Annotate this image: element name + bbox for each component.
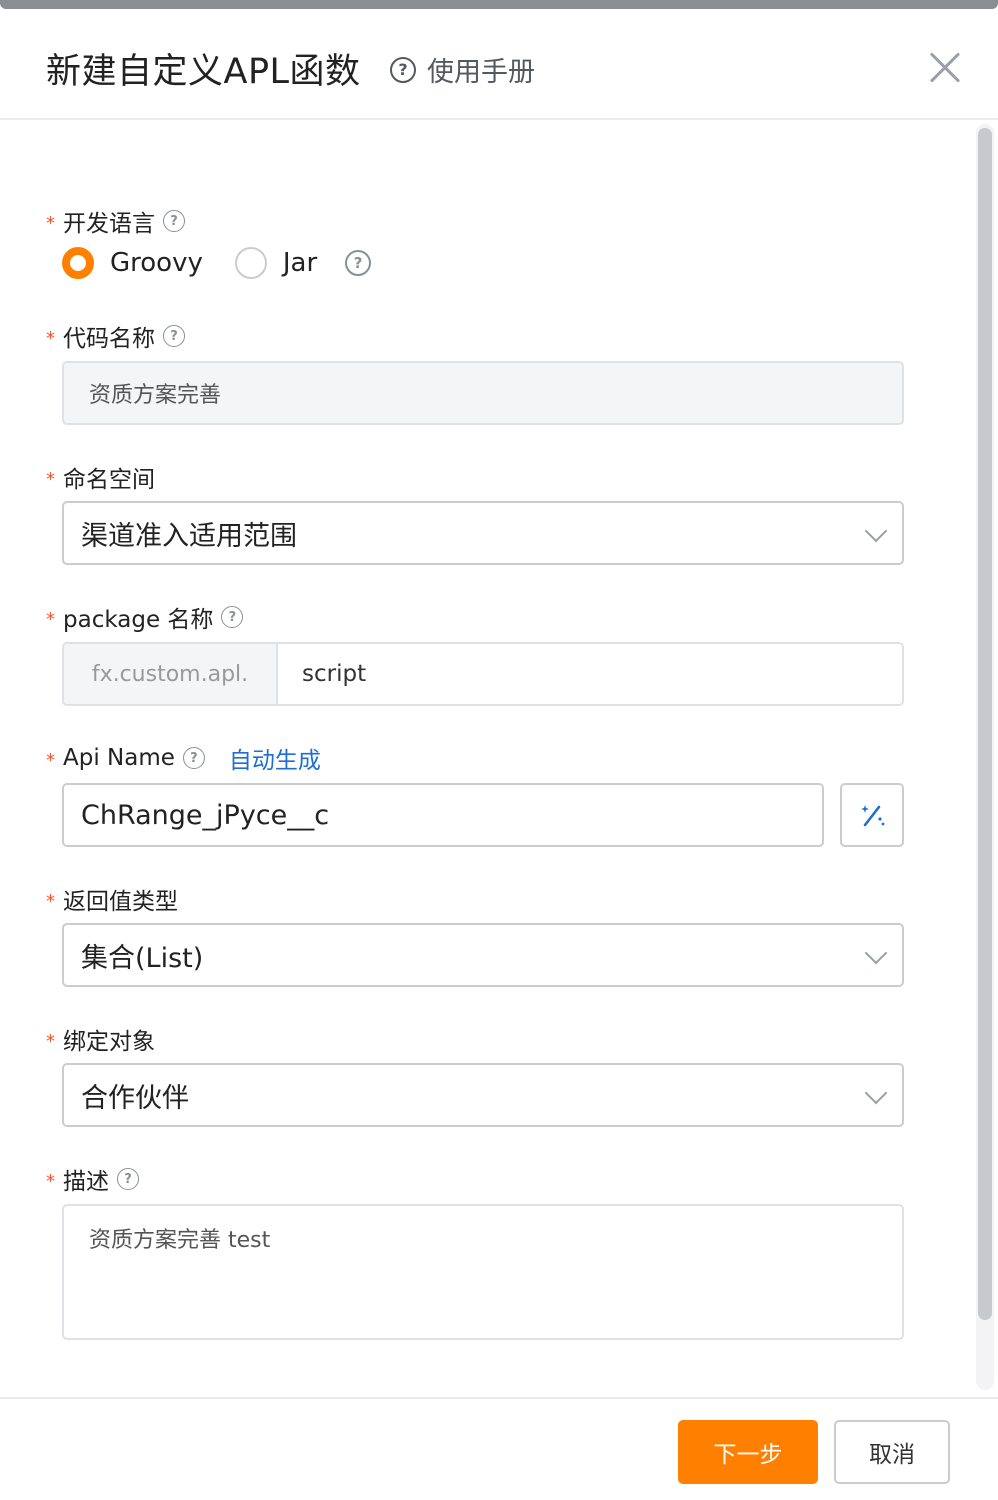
namespace-value: 渠道准入适用范围 [81, 520, 297, 552]
return-type-label: * 返回值类型 [46, 882, 178, 916]
create-apl-function-dialog: 新建自定义APL函数 ? 使用手册 * 开发语言 ? Groovy Jar ? … [0, 0, 998, 1500]
required-mark: * [46, 327, 55, 349]
help-circle-icon[interactable]: ? [345, 250, 372, 276]
description-textarea[interactable]: 资质方案完善 test [62, 1204, 904, 1340]
dialog-title: 新建自定义APL函数 [46, 52, 361, 92]
code-name-label: * 代码名称 ? [46, 319, 185, 353]
return-type-value: 集合(List) [81, 942, 204, 974]
dialog-body: * 开发语言 ? Groovy Jar ? * 代码名称 ? 资质方案完善 * … [0, 120, 998, 1398]
scrollbar-thumb[interactable] [978, 128, 992, 1320]
cancel-button[interactable]: 取消 [834, 1420, 950, 1484]
bind-object-value: 合作伙伴 [81, 1082, 189, 1114]
api-name-input[interactable]: ChRange_jPyce__c [62, 783, 824, 847]
bind-object-label: * 绑定对象 [46, 1022, 155, 1056]
return-type-label-text: 返回值类型 [63, 889, 178, 915]
scrollbar[interactable] [976, 124, 994, 1390]
required-mark: * [46, 468, 55, 490]
manual-link-label: 使用手册 [427, 57, 535, 88]
bind-object-select[interactable]: 合作伙伴 [62, 1063, 904, 1127]
magic-generate-button[interactable] [840, 783, 904, 847]
description-value: 资质方案完善 test [89, 1228, 271, 1253]
required-mark: * [46, 1170, 55, 1192]
code-name-label-text: 代码名称 [63, 326, 155, 352]
help-circle-icon[interactable]: ? [221, 606, 244, 628]
required-mark: * [46, 1030, 55, 1052]
api-name-label-text: Api Name [63, 745, 175, 771]
magic-wand-icon [861, 805, 885, 827]
dialog-header: 新建自定义APL函数 ? 使用手册 [0, 9, 998, 120]
radio-groovy[interactable] [62, 247, 94, 279]
help-circle-icon[interactable]: ? [182, 747, 205, 769]
namespace-select[interactable]: 渠道准入适用范围 [62, 501, 904, 565]
package-prefix: fx.custom.apl. [64, 644, 278, 704]
help-circle-icon[interactable]: ? [117, 1168, 139, 1190]
package-input[interactable]: script [278, 644, 902, 704]
auto-generate-link[interactable]: 自动生成 [229, 741, 321, 775]
radio-jar-label[interactable]: Jar [283, 248, 317, 278]
description-label: * 描述 ? [46, 1162, 139, 1196]
next-button[interactable]: 下一步 [678, 1420, 818, 1484]
package-label-text: package 名称 [63, 607, 214, 633]
description-label-text: 描述 [63, 1169, 109, 1195]
required-mark: * [46, 608, 55, 630]
bind-object-label-text: 绑定对象 [63, 1029, 155, 1055]
chevron-down-icon [864, 1081, 888, 1105]
namespace-label: * 命名空间 [46, 460, 155, 494]
package-value: script [302, 661, 367, 687]
language-label: * 开发语言 ? [46, 204, 185, 238]
close-icon[interactable] [928, 50, 962, 84]
required-mark: * [46, 749, 55, 771]
required-mark: * [46, 890, 55, 912]
help-circle-icon[interactable]: ? [163, 210, 185, 232]
package-input-group: fx.custom.apl. script [62, 642, 904, 706]
radio-groovy-label[interactable]: Groovy [110, 248, 203, 278]
return-type-select[interactable]: 集合(List) [62, 923, 904, 987]
dialog-footer: 下一步 取消 [0, 1397, 998, 1500]
api-name-value: ChRange_jPyce__c [81, 799, 330, 831]
help-circle-icon: ? [390, 56, 416, 83]
namespace-label-text: 命名空间 [63, 467, 155, 493]
manual-link[interactable]: ? 使用手册 [390, 50, 535, 89]
help-circle-icon[interactable]: ? [163, 325, 185, 347]
api-name-label: * Api Name ? 自动生成 [46, 741, 321, 775]
radio-jar[interactable] [234, 247, 267, 279]
language-radio-group: Groovy Jar ? [62, 247, 372, 279]
language-label-text: 开发语言 [63, 211, 155, 237]
chevron-down-icon [864, 519, 888, 543]
code-name-input[interactable]: 资质方案完善 [62, 361, 904, 425]
code-name-value: 资质方案完善 [89, 383, 222, 408]
required-mark: * [46, 212, 55, 234]
chevron-down-icon [864, 941, 888, 965]
package-label: * package 名称 ? [46, 600, 244, 634]
